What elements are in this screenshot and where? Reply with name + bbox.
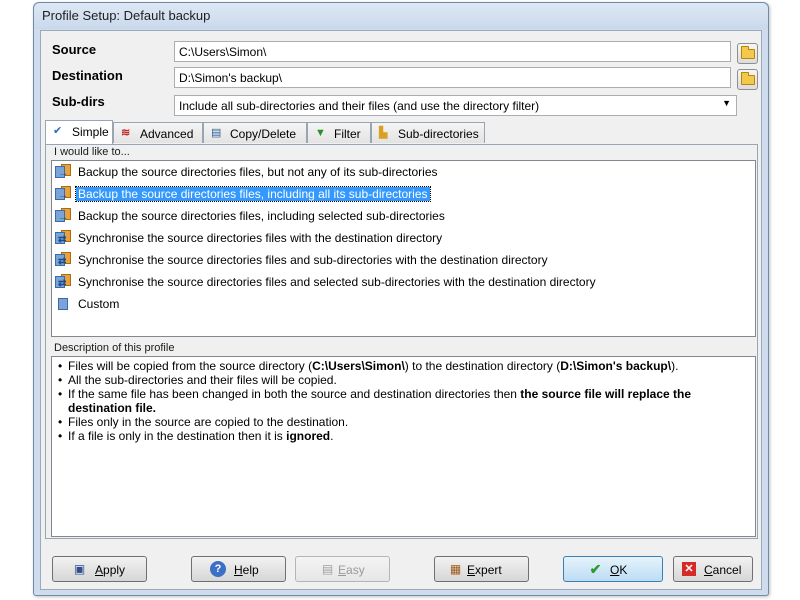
checkmark-icon: ✔	[589, 561, 602, 577]
destination-label: Destination	[52, 68, 123, 83]
list-item[interactable]: Custom	[54, 294, 744, 314]
cancel-x-icon: ✕	[682, 562, 696, 576]
subdirs-selected-value: Include all sub-directories and their fi…	[179, 99, 540, 113]
source-input[interactable]: C:\Users\Simon\	[174, 41, 731, 62]
checkmarks-icon: ✔	[53, 125, 63, 137]
help-button[interactable]: ? Help	[191, 556, 286, 582]
dialog-body: Source C:\Users\Simon\ Destination D:\Si…	[40, 30, 762, 590]
tab-sub-directories[interactable]: ▙ Sub-directories	[371, 122, 485, 143]
dropdown-arrow-icon: ▼	[722, 98, 731, 108]
description-box: Files will be copied from the source dir…	[51, 356, 756, 537]
list-item-selected[interactable]: → Backup the source directories files, i…	[54, 184, 744, 204]
description-group-label: Description of this profile	[54, 342, 175, 354]
filter-icon: ▼	[315, 127, 326, 139]
sync-folder-icon: →	[55, 208, 72, 224]
easy-button[interactable]: ▤ Easy	[295, 556, 390, 582]
copy-delete-icon: ▤	[211, 127, 222, 139]
title-bar[interactable]: Profile Setup: Default backup	[34, 3, 768, 29]
destination-input[interactable]: D:\Simon's backup\	[174, 67, 731, 88]
sync-folder-icon: →	[55, 186, 72, 202]
tab-simple[interactable]: ✔ Simple	[45, 120, 113, 144]
button-bar: ▣ Apply ? Help ▤ Easy ▦ Expert ✔ OK ✕ Ca…	[41, 553, 763, 583]
description-line: If the same file has been changed in bot…	[56, 387, 751, 415]
expert-button[interactable]: ▦ Expert	[434, 556, 529, 582]
tab-advanced[interactable]: ≋ Advanced	[113, 122, 203, 143]
folder-icon	[741, 46, 755, 59]
sync-folder-icon: ⇄	[55, 252, 72, 268]
list-item[interactable]: ⇄ Synchronise the source directories fil…	[54, 272, 744, 292]
save-disk-icon: ▣	[73, 562, 86, 576]
options-group-label: I would like to...	[54, 146, 130, 158]
description-line: All the sub-directories and their files …	[56, 373, 751, 387]
subdirs-label: Sub-dirs	[52, 94, 105, 109]
source-browse-button[interactable]	[737, 43, 758, 64]
custom-folder-icon	[55, 296, 72, 312]
tab-filter[interactable]: ▼ Filter	[307, 122, 371, 143]
list-item[interactable]: → Backup the source directories files, i…	[54, 206, 744, 226]
advanced-icon: ≋	[121, 127, 131, 139]
options-list[interactable]: → Backup the source directories files, b…	[51, 160, 756, 337]
profile-setup-window: Profile Setup: Default backup Source C:\…	[33, 2, 769, 596]
description-line: Files only in the source are copied to t…	[56, 415, 751, 429]
window-title: Profile Setup: Default backup	[42, 8, 211, 23]
subdirs-select[interactable]: Include all sub-directories and their fi…	[174, 95, 737, 116]
sync-folder-icon: →	[55, 164, 72, 180]
expert-mode-icon: ▦	[449, 562, 462, 576]
destination-browse-button[interactable]	[737, 69, 758, 90]
tab-copy-delete[interactable]: ▤ Copy/Delete	[203, 122, 307, 143]
sync-folder-icon: ⇄	[55, 274, 72, 290]
folder-icon	[741, 72, 755, 85]
cancel-button[interactable]: ✕ Cancel	[673, 556, 753, 582]
source-label: Source	[52, 42, 97, 57]
simple-tab-panel: I would like to... → Backup the source d…	[45, 144, 758, 539]
description-line: Files will be copied from the source dir…	[56, 359, 751, 373]
list-item[interactable]: ⇄ Synchronise the source directories fil…	[54, 250, 744, 270]
list-item[interactable]: → Backup the source directories files, b…	[54, 162, 744, 182]
ok-button[interactable]: ✔ OK	[563, 556, 663, 582]
list-item[interactable]: ⇄ Synchronise the source directories fil…	[54, 228, 744, 248]
easy-mode-icon: ▤	[321, 562, 334, 576]
sync-folder-icon: ⇄	[55, 230, 72, 246]
subdirectories-icon: ▙	[379, 127, 388, 139]
help-icon: ?	[210, 561, 226, 577]
apply-button[interactable]: ▣ Apply	[52, 556, 147, 582]
description-line: If a file is only in the destination the…	[56, 429, 751, 443]
